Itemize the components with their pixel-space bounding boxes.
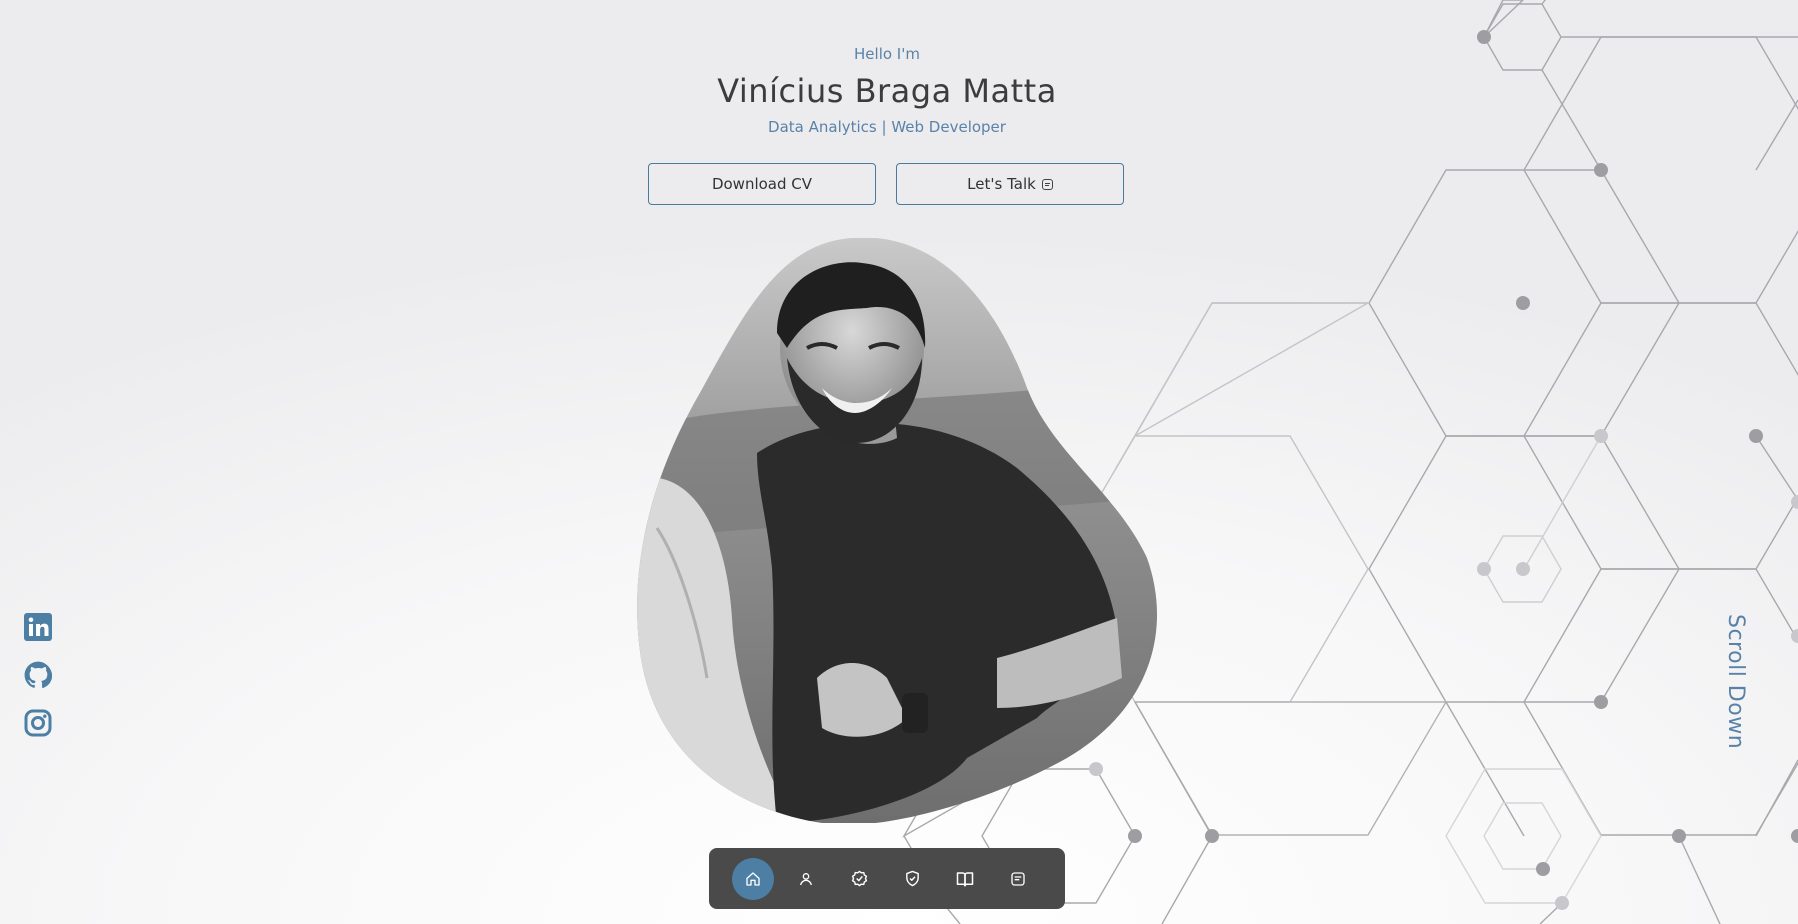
nav-about[interactable]: [785, 858, 827, 900]
message-icon: [1041, 178, 1053, 190]
nav-experience[interactable]: [838, 858, 880, 900]
user-icon: [800, 872, 812, 885]
linkedin-link[interactable]: [24, 613, 52, 641]
bottom-nav: [709, 848, 1065, 909]
linkedin-icon: [24, 613, 52, 641]
shield-check-icon: [905, 870, 919, 887]
badge-check-icon: [851, 870, 867, 887]
scroll-down-link[interactable]: Scroll Down: [1723, 614, 1748, 749]
book-icon: [956, 871, 974, 886]
subtitle: Data Analytics | Web Developer: [768, 118, 1006, 136]
social-links: [24, 613, 53, 737]
nav-home[interactable]: [732, 857, 774, 900]
nav-contact[interactable]: [997, 858, 1039, 900]
nav-services[interactable]: [891, 858, 933, 900]
lets-talk-button[interactable]: Let's Talk: [896, 163, 1124, 205]
instagram-icon: [24, 709, 52, 737]
download-cv-button[interactable]: Download CV: [648, 163, 876, 205]
message-icon: [1011, 871, 1025, 886]
home-icon: [746, 871, 760, 886]
github-icon: [24, 661, 53, 688]
page-title: Vinícius Braga Matta: [717, 72, 1057, 110]
download-cv-label: Download CV: [711, 175, 813, 193]
portrait-image: [637, 238, 1158, 823]
greeting-text: Hello I'm: [854, 45, 920, 63]
lets-talk-label: Let's Talk: [967, 175, 1036, 193]
nav-portfolio[interactable]: [944, 858, 986, 900]
instagram-link[interactable]: [24, 709, 52, 737]
github-link[interactable]: [24, 661, 53, 689]
